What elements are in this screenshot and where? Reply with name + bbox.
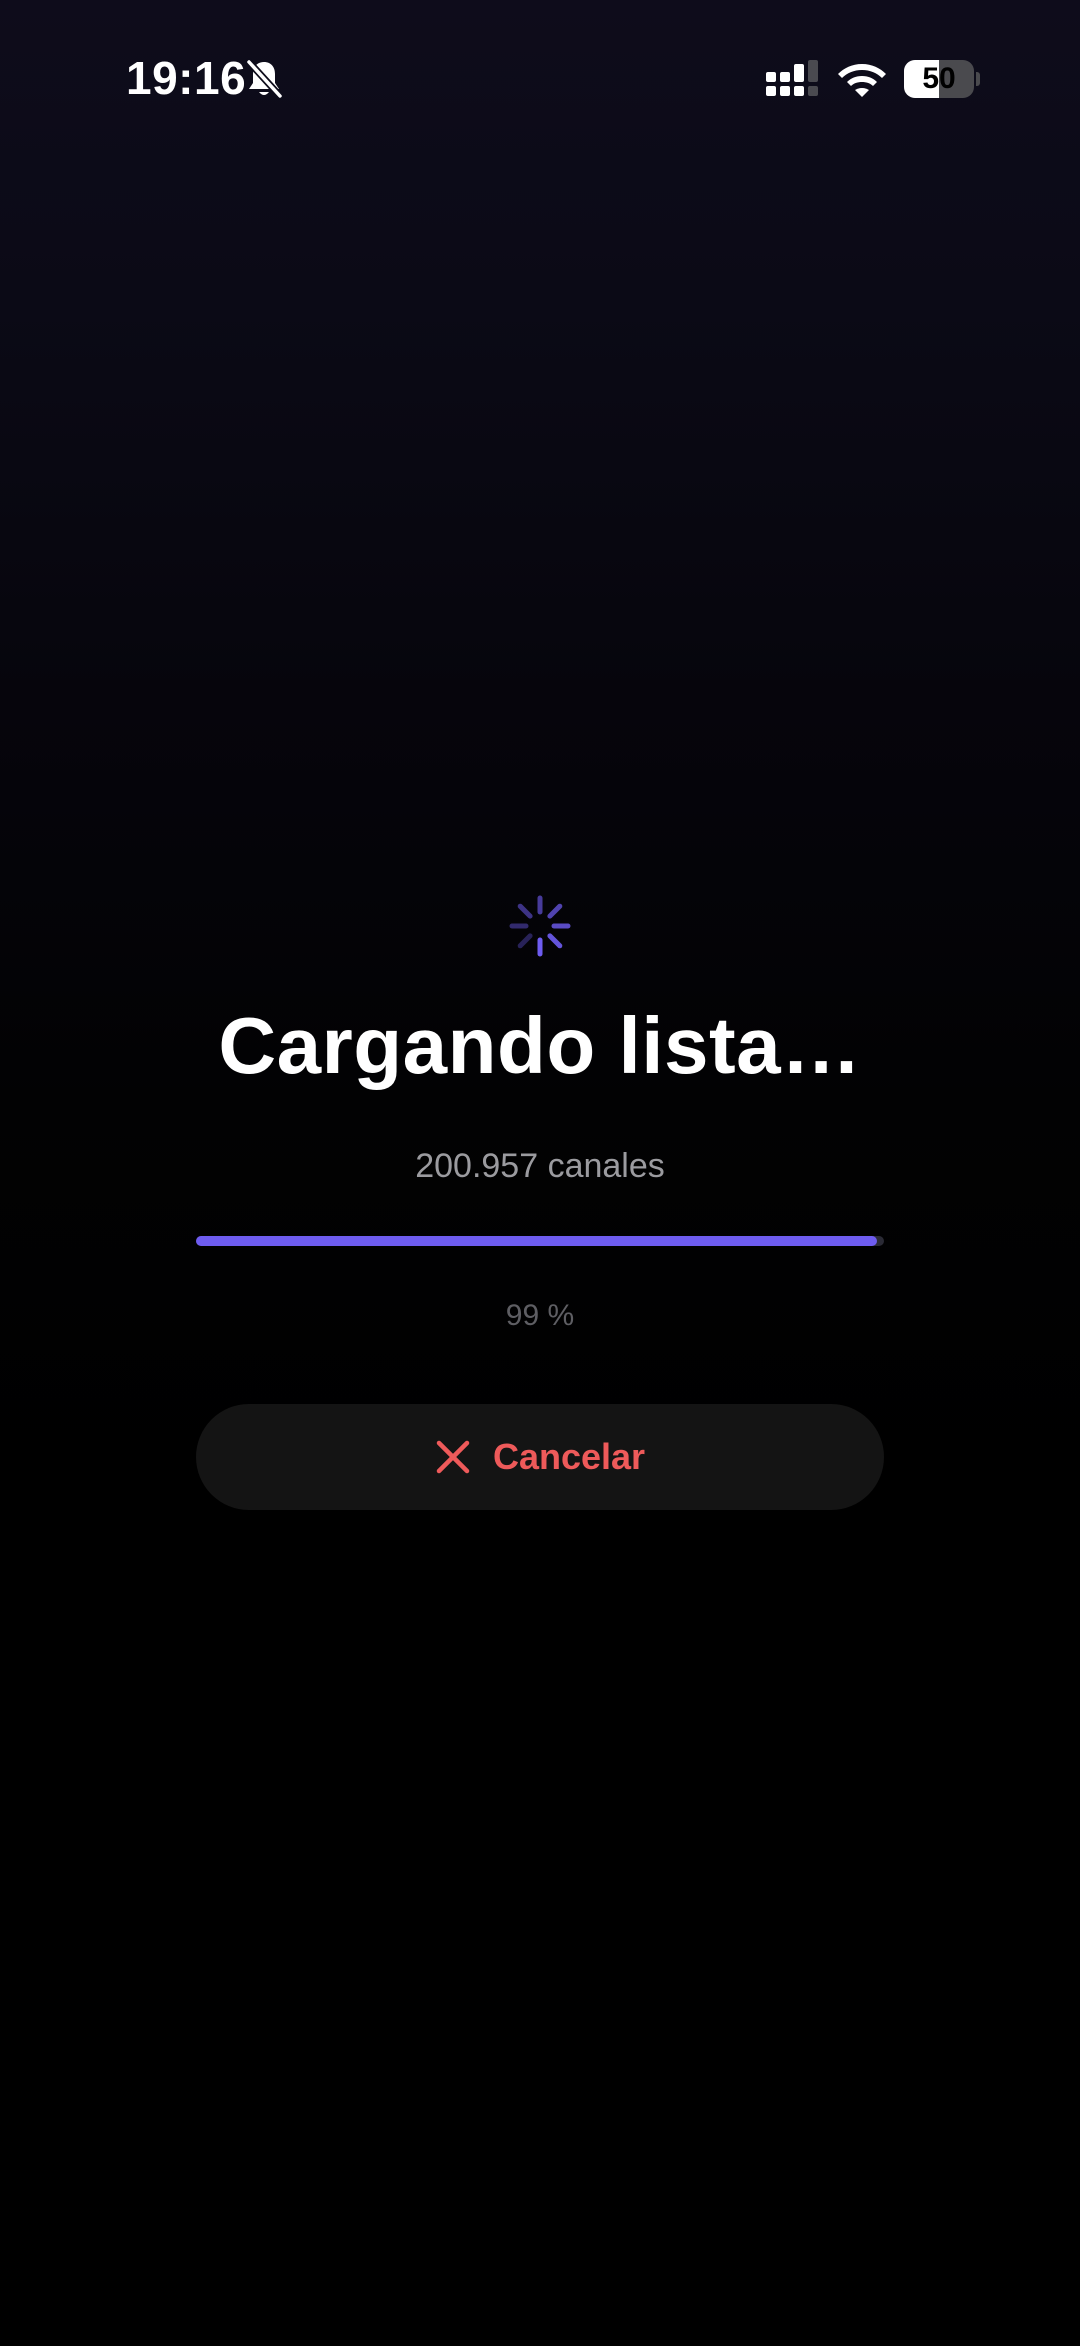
wifi-icon — [838, 64, 886, 97]
channel-count: 200.957 canales — [415, 1147, 665, 1185]
loading-title: Cargando lista… — [218, 1001, 862, 1090]
cellular-signal-icon — [766, 60, 818, 96]
cancel-button[interactable]: Cancelar — [196, 1404, 884, 1510]
battery-body: 50 — [904, 60, 974, 98]
activity-spinner-icon — [509, 895, 571, 957]
spinner-spoke — [547, 933, 563, 949]
spinner-spoke — [517, 903, 533, 919]
progress-bar — [196, 1236, 884, 1246]
close-icon — [436, 1440, 470, 1474]
battery-cap — [976, 72, 980, 86]
status-bar: 19:16 50 — [0, 0, 1080, 160]
spinner-spoke — [547, 903, 563, 919]
bell-slash-icon — [245, 58, 284, 100]
battery-icon: 50 — [904, 60, 980, 98]
progress-percent: 99 % — [505, 1299, 575, 1332]
spinner-spoke — [517, 933, 533, 949]
battery-level: 50 — [922, 62, 956, 95]
status-time: 19:16 — [126, 52, 247, 104]
progress-fill — [196, 1236, 878, 1246]
cancel-label: Cancelar — [492, 1436, 646, 1477]
